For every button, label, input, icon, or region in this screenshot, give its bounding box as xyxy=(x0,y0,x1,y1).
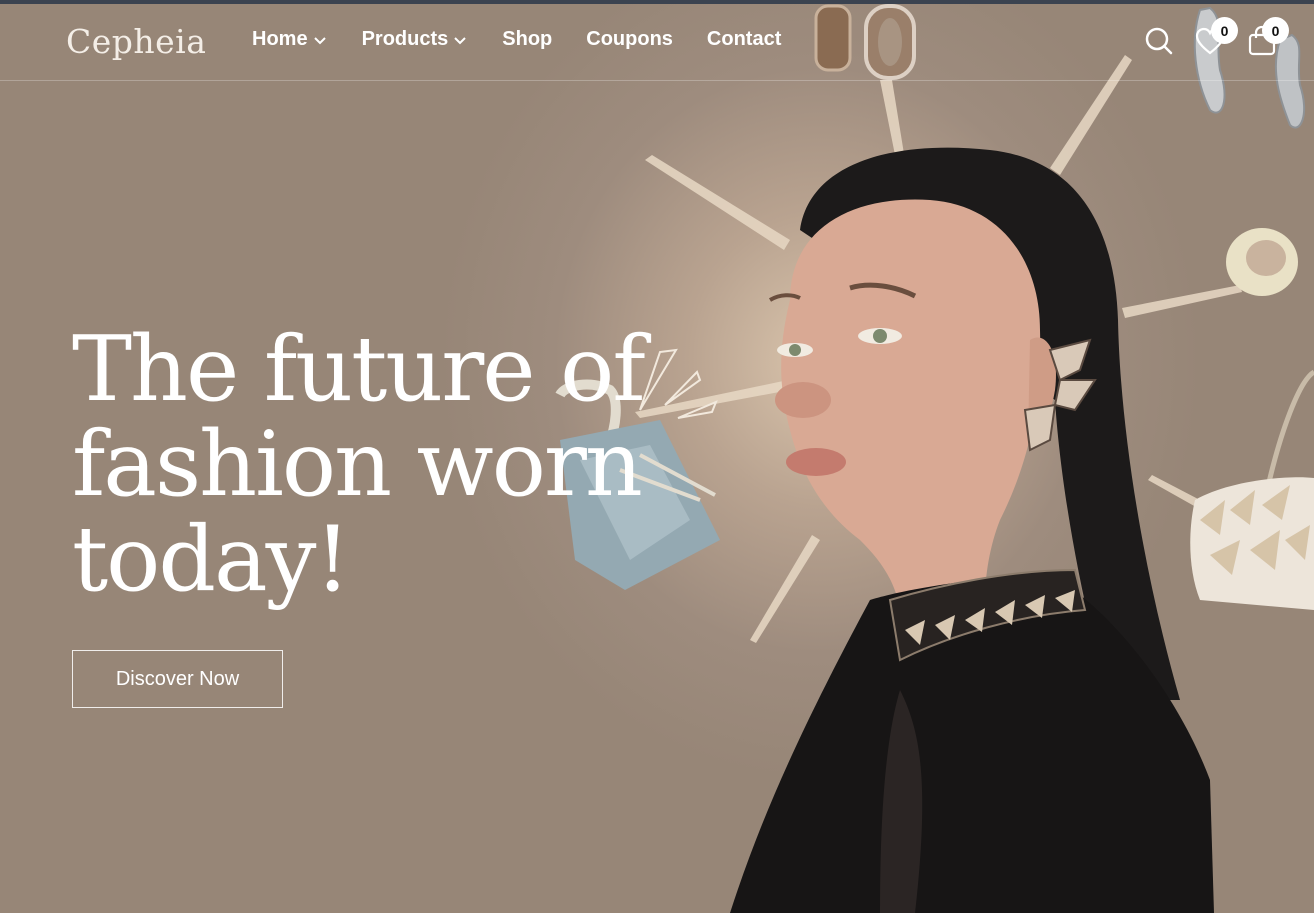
nav-label: Coupons xyxy=(586,28,673,50)
cream-hoop-image xyxy=(1226,228,1298,296)
nav-label: Products xyxy=(361,28,449,50)
discover-now-button[interactable]: Discover Now xyxy=(72,650,283,708)
chevron-down-icon xyxy=(313,36,326,44)
search-icon xyxy=(1145,27,1173,55)
cart-count-badge: 0 xyxy=(1262,17,1289,44)
hero-section: Cepheia Home Products Shop Coupons Conta… xyxy=(0,0,1314,913)
nav-item-coupons[interactable]: Coupons xyxy=(586,28,673,51)
search-button[interactable] xyxy=(1142,24,1176,58)
headline-line-3: today! xyxy=(72,507,351,612)
main-navigation: Home Products Shop Coupons Contact xyxy=(252,28,815,51)
nav-item-products[interactable]: Products xyxy=(362,28,469,51)
nav-item-home[interactable]: Home xyxy=(252,28,328,51)
site-header: Cepheia Home Products Shop Coupons Conta… xyxy=(0,4,1314,81)
chevron-down-icon xyxy=(454,36,466,44)
spiked-white-bag-image xyxy=(1190,369,1314,610)
nav-label: Contact xyxy=(706,28,782,50)
brand-logo[interactable]: Cepheia xyxy=(66,22,206,61)
nav-item-contact[interactable]: Contact xyxy=(707,28,781,51)
nav-item-shop[interactable]: Shop xyxy=(502,28,552,51)
hero-headline: The future of fashion worn today! xyxy=(72,322,692,607)
nav-label: Home xyxy=(252,28,308,50)
top-accent-bar xyxy=(0,0,1314,4)
headline-line-1: The future of xyxy=(72,317,646,422)
headline-line-2: fashion worn xyxy=(72,412,643,517)
wishlist-button[interactable]: 0 xyxy=(1193,17,1238,58)
wishlist-count-badge: 0 xyxy=(1211,17,1238,44)
cart-button[interactable]: 0 xyxy=(1245,17,1289,58)
nav-label: Shop xyxy=(502,28,553,50)
